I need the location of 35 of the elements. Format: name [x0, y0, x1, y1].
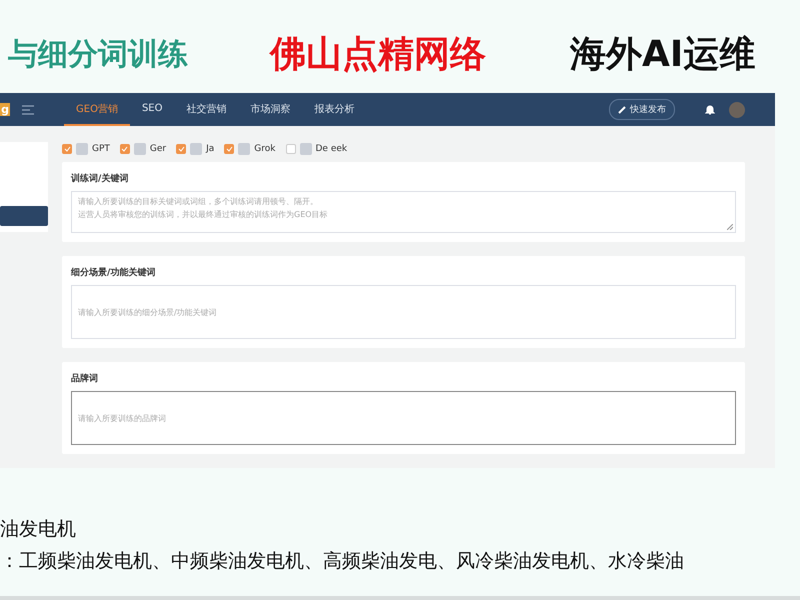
nav-tab[interactable]: 社交营销: [174, 93, 238, 126]
model-logo-icon: [134, 143, 146, 155]
model-logo-icon: [238, 143, 250, 155]
model-checkbox[interactable]: De eek: [286, 143, 348, 155]
logo: g: [0, 103, 10, 116]
field-label: 细分场景/功能关键词: [71, 266, 156, 279]
checkmark-icon: [178, 146, 185, 152]
nav-tab[interactable]: 市场洞察: [238, 93, 302, 126]
checkmark-icon: [121, 146, 128, 152]
model-logo-icon: [300, 143, 312, 155]
field-label: 品牌词: [71, 372, 99, 385]
model-checkbox[interactable]: GPT: [62, 143, 110, 155]
nav-tab[interactable]: 报表分析: [302, 93, 366, 126]
model-logo-icon: [76, 143, 88, 155]
field-label: 训练词/关键词: [71, 172, 130, 185]
model-checkbox[interactable]: Ger: [120, 143, 166, 155]
caption-text: 油发电机: [0, 518, 77, 542]
avatar[interactable]: [729, 102, 745, 118]
menu-icon[interactable]: [22, 104, 34, 114]
publish-button[interactable]: 快速发布: [609, 99, 675, 120]
input-field[interactable]: 请输入所要训练的品牌词: [71, 391, 736, 445]
pen-icon: [618, 105, 627, 114]
nav-tab[interactable]: GEO营销: [64, 93, 130, 126]
slide-subtitle: 海外AI运维: [570, 33, 756, 77]
model-checkbox[interactable]: Grok: [224, 143, 276, 155]
slide-title: 与细分词训练: [8, 36, 189, 74]
caption-text: ：工频柴油发电机、中频柴油发电机、高频柴油发电、风冷柴油发电机、水冷柴油: [0, 550, 685, 574]
checkmark-icon: [64, 146, 70, 152]
resize-handle-icon[interactable]: [727, 224, 733, 230]
brand-title: 佛山点精网络: [270, 33, 487, 77]
bell-icon[interactable]: [705, 104, 715, 115]
model-logo-icon: [190, 143, 202, 155]
checkmark-icon: [226, 146, 233, 152]
nav-tab[interactable]: SEO: [130, 93, 174, 126]
model-checkbox[interactable]: Ja: [176, 143, 214, 155]
